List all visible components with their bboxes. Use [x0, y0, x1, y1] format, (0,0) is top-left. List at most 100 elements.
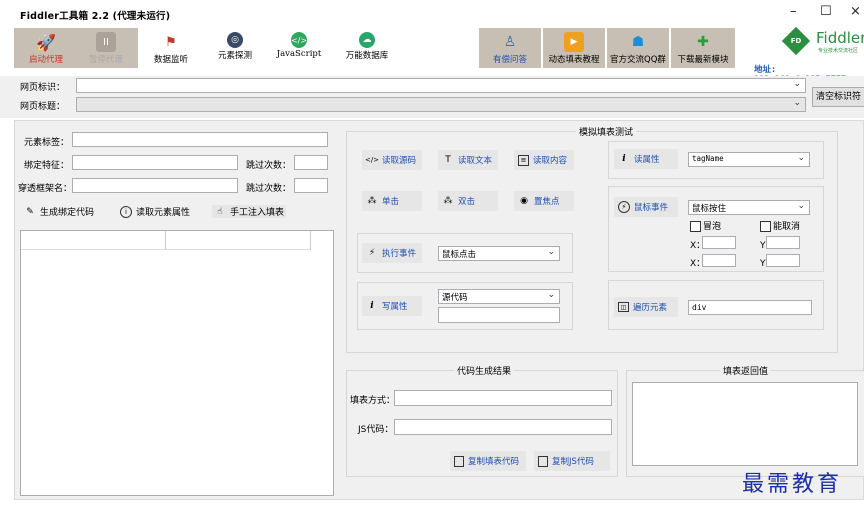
frame-name-input[interactable]	[72, 178, 238, 193]
dblclick-label: 双击	[458, 197, 476, 207]
clear-identifier-button[interactable]: 清空标识符	[812, 87, 864, 107]
database-button[interactable]: ☁ 万能数据库	[336, 28, 398, 68]
element-probe-label: 元素探测	[217, 51, 252, 61]
read-attr-select[interactable]: tagName ⌄	[688, 152, 810, 167]
click-button[interactable]: ⁂ 单击	[362, 191, 422, 211]
skip-count-input-1[interactable]	[294, 155, 328, 170]
focus-label: 置焦点	[534, 197, 560, 207]
lightning-icon: ⚡	[368, 248, 376, 258]
checkbox-box	[760, 221, 771, 232]
read-attr-label: 读取元素属性	[136, 208, 191, 218]
data-monitor-button[interactable]: ⚑ 数据监听	[142, 28, 200, 68]
traverse-button[interactable]: ◫ 遍历元素	[614, 297, 678, 317]
read-text-button[interactable]: T 读取文本	[438, 150, 498, 170]
tutorial-label: 动态填表教程	[548, 55, 600, 65]
close-button[interactable]: ×	[850, 4, 861, 19]
chevron-down-icon: ⌄	[793, 98, 801, 108]
skip-count-label-2: 跳过次数：	[246, 184, 292, 194]
element-probe-button[interactable]: ◎ 元素探测	[206, 28, 264, 68]
copy-js-code-label: 复制JS代码	[552, 457, 594, 467]
text-icon: T	[445, 155, 451, 165]
cancelable-checkbox[interactable]: 能取消	[760, 219, 800, 232]
page-id-combo[interactable]: ⌄	[76, 78, 806, 93]
gen-bind-code-label: 生成绑定代码	[40, 208, 95, 218]
bubble-checkbox[interactable]: 冒泡	[690, 219, 721, 232]
click-label: 单击	[382, 197, 400, 207]
double-click-icon: ⁂	[443, 196, 453, 206]
skip-count-label-1: 跳过次数：	[246, 161, 292, 171]
info-i-icon: i	[370, 301, 374, 311]
info-icon: i	[120, 205, 132, 218]
frame-name-label: 穿透框架名：	[18, 184, 73, 194]
read-attr-button[interactable]: i 读取元素属性	[120, 205, 190, 218]
read-attribute-button[interactable]: i 读属性	[614, 149, 678, 169]
toolbar: 🚀 启动代理 II 暂停代理 ⚑ 数据监听 ◎ 元素探测 </> JavaScr…	[14, 28, 864, 74]
element-tag-label: 元素标签：	[24, 138, 70, 148]
manual-inject-button[interactable]: ☝ 手工注入填表	[212, 205, 287, 218]
code-icon: </>	[291, 32, 307, 48]
page-title-combo[interactable]: ⌄	[76, 97, 806, 112]
minimize-button[interactable]: –	[790, 4, 797, 19]
chat-icon: ☗	[631, 34, 645, 50]
copy-fill-code-label: 复制填表代码	[468, 457, 520, 467]
fill-return-title: 填表返回值	[720, 364, 772, 377]
read-attribute-label: 读属性	[634, 155, 660, 165]
copy-fill-code-button[interactable]: 复制填表代码	[450, 451, 526, 471]
flag-icon: ⚑	[165, 34, 177, 50]
puzzle-icon: ✚	[697, 34, 709, 50]
read-source-label: 读取源码	[382, 156, 417, 166]
y1-input[interactable]	[766, 236, 800, 249]
info-i-icon: i	[622, 154, 626, 164]
copy-icon	[538, 455, 548, 467]
read-text-label: 读取文本	[458, 156, 493, 166]
chevron-down-icon: ⌄	[547, 247, 555, 257]
element-tag-input[interactable]	[72, 132, 328, 147]
database-label: 万能数据库	[345, 51, 389, 61]
write-attr-select[interactable]: 源代码 ⌄	[438, 289, 560, 304]
fill-return-textarea[interactable]	[632, 382, 858, 466]
read-attr-value: tagName	[692, 154, 724, 163]
chevron-down-icon: ⌄	[793, 79, 801, 89]
pause-proxy-button[interactable]: II 暂停代理	[78, 28, 134, 68]
element-list[interactable]	[20, 230, 334, 496]
gen-bind-code-button[interactable]: ✎ 生成绑定代码	[24, 205, 95, 219]
qa-button[interactable]: ♙ 有偿问答	[479, 28, 541, 68]
mouse-event-select[interactable]: 鼠标按住 ⌄	[688, 200, 810, 215]
fill-mode-input[interactable]	[394, 390, 612, 406]
download-label: 下载最新模块	[677, 55, 729, 65]
js-code-input[interactable]	[394, 419, 612, 435]
read-source-button[interactable]: </> 读取源码	[362, 150, 422, 170]
maximize-button[interactable]: ☐	[820, 4, 832, 19]
chevron-down-icon: ⌄	[547, 290, 555, 300]
list-column-header[interactable]	[21, 231, 166, 250]
x2-input[interactable]	[702, 254, 736, 267]
logo-subtitle: 专业技术交流社区	[818, 48, 859, 54]
qq-group-label: 官方交流QQ群	[610, 55, 666, 65]
y2-input[interactable]	[766, 254, 800, 267]
javascript-button[interactable]: </> JavaScript	[268, 28, 330, 68]
read-content-button[interactable]: ≡ 读取内容	[514, 150, 574, 170]
chevron-down-icon: ⌄	[797, 201, 805, 211]
skip-count-input-2[interactable]	[294, 178, 328, 193]
mouse-event-button[interactable]: ⚡ 鼠标事件	[614, 197, 678, 217]
exec-event-button[interactable]: ⚡ 执行事件	[362, 243, 422, 263]
start-proxy-button[interactable]: 🚀 启动代理	[18, 28, 74, 68]
watermark: 最需教育	[742, 472, 843, 497]
tutorial-button[interactable]: ▶ 动态填表教程	[543, 28, 605, 68]
qq-group-button[interactable]: ☗ 官方交流QQ群	[607, 28, 669, 68]
x1-input[interactable]	[702, 236, 736, 249]
traverse-input[interactable]: div	[688, 300, 812, 315]
list-icon: ≡	[518, 154, 529, 166]
bind-feature-input[interactable]	[72, 155, 238, 170]
exec-event-value: 鼠标点击	[442, 250, 477, 260]
copy-js-code-button[interactable]: 复制JS代码	[534, 451, 610, 471]
write-attr-input[interactable]	[438, 307, 560, 323]
exec-event-select[interactable]: 鼠标点击 ⌄	[438, 246, 560, 261]
fiddler-logo: FD Fiddler 专业技术交流社区	[781, 26, 864, 61]
focus-button[interactable]: ◉ 置焦点	[514, 191, 574, 211]
list-column-header[interactable]	[166, 231, 311, 250]
download-button[interactable]: ✚ 下载最新模块	[671, 28, 735, 68]
bind-feature-label: 绑定特征：	[24, 161, 70, 171]
write-attr-button[interactable]: i 写属性	[362, 296, 422, 316]
dblclick-button[interactable]: ⁂ 双击	[438, 191, 498, 211]
